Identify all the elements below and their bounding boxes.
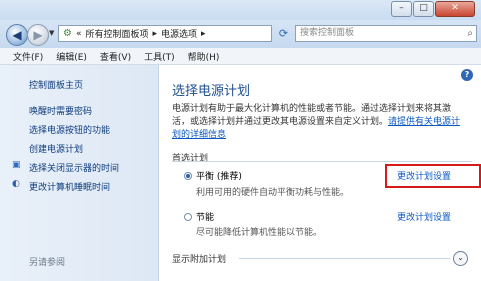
sidebar-item-power-buttons[interactable]: 选择电源按钮的功能 <box>29 123 110 136</box>
plan-balanced-name[interactable]: 平衡 (推荐) <box>196 169 242 182</box>
section-divider <box>239 258 450 259</box>
sidebar: 控制面板主页 唤醒时需要密码 选择电源按钮的功能 创建电源计划 ▣ 选择关闭显示… <box>0 65 159 281</box>
breadcrumb-all-items[interactable]: 所有控制面板项 <box>85 27 148 40</box>
plan-balanced-settings-link[interactable]: 更改计划设置 <box>397 169 451 182</box>
maximize-button[interactable]: □ <box>413 1 434 17</box>
menu-bar: 文件(F) 编辑(E) 查看(V) 工具(T) 帮助(H) <box>0 48 481 65</box>
plan-power-saver-description: 尽可能降低计算机性能以节能。 <box>196 228 323 238</box>
preferred-plans-label: 首选计划 <box>172 154 209 164</box>
breadcrumb-arrow-icon[interactable]: ▸ <box>201 29 206 39</box>
see-also-label: 另请参阅 <box>29 258 66 268</box>
menu-help[interactable]: 帮助(H) <box>188 50 220 63</box>
recent-pages-dropdown[interactable]: ▼ <box>49 29 54 37</box>
address-toolbar: ◀ ▶ ▼ ⚙ « 所有控制面板项 ▸ 电源选项 ▸ ⟳ 搜索控制面板 ⌕ <box>0 20 481 48</box>
breadcrumb-arrow-icon[interactable]: ▸ <box>153 29 158 39</box>
sidebar-item-sleep-time[interactable]: 更改计算机睡眠时间 <box>29 180 110 193</box>
main-content: ? 选择电源计划 电源计划有助于最大化计算机的性能或者节能。通过选择计划来将其激… <box>159 65 481 281</box>
plan-power-saver-settings-link[interactable]: 更改计划设置 <box>397 210 451 223</box>
sidebar-item-display-off[interactable]: 选择关闭显示器的时间 <box>29 161 119 174</box>
plan-power-saver-name[interactable]: 节能 <box>196 210 214 223</box>
search-icon[interactable]: ⌕ <box>467 26 473 41</box>
forward-button[interactable]: ▶ <box>27 24 49 46</box>
moon-icon: ◐ <box>12 179 20 189</box>
breadcrumb-power-options[interactable]: 电源选项 <box>161 27 197 40</box>
sidebar-home-link[interactable]: 控制面板主页 <box>29 78 83 91</box>
back-button[interactable]: ◀ <box>6 24 28 46</box>
page-title: 选择电源计划 <box>172 84 251 99</box>
plan-balanced-description: 利用可用的硬件自动平衡功耗与性能。 <box>196 188 350 198</box>
plan-power-saver-radio[interactable] <box>184 213 192 221</box>
refresh-icon[interactable]: ⟳ <box>276 26 291 41</box>
page-description: 电源计划有助于最大化计算机的性能或者节能。通过选择计划来将其激活，或选择计划并通… <box>172 103 468 142</box>
sidebar-item-wake-password[interactable]: 唤醒时需要密码 <box>29 104 92 117</box>
control-panel-icon: ⚙ <box>63 28 72 39</box>
plan-balanced-radio[interactable] <box>184 172 192 180</box>
menu-tools[interactable]: 工具(T) <box>144 50 175 63</box>
title-bar: – □ ✕ <box>0 0 481 20</box>
help-icon[interactable]: ? <box>461 69 473 81</box>
show-additional-plans-label[interactable]: 显示附加计划 <box>172 252 226 265</box>
monitor-icon: ▣ <box>12 160 21 170</box>
window-controls: – □ ✕ <box>391 1 475 17</box>
section-divider <box>172 161 472 162</box>
menu-edit[interactable]: 编辑(E) <box>56 50 87 63</box>
breadcrumb-overflow[interactable]: « <box>76 29 82 39</box>
menu-view[interactable]: 查看(V) <box>100 50 131 63</box>
sidebar-item-create-plan[interactable]: 创建电源计划 <box>29 142 83 155</box>
chevron-down-icon[interactable]: ⌄ <box>453 251 468 266</box>
close-button[interactable]: ✕ <box>435 1 475 17</box>
menu-file[interactable]: 文件(F) <box>13 50 43 63</box>
search-input[interactable]: 搜索控制面板 ⌕ <box>295 25 477 42</box>
address-bar[interactable]: ⚙ « 所有控制面板项 ▸ 电源选项 ▸ <box>58 25 272 42</box>
search-placeholder: 搜索控制面板 <box>300 28 355 38</box>
minimize-button[interactable]: – <box>391 1 412 17</box>
